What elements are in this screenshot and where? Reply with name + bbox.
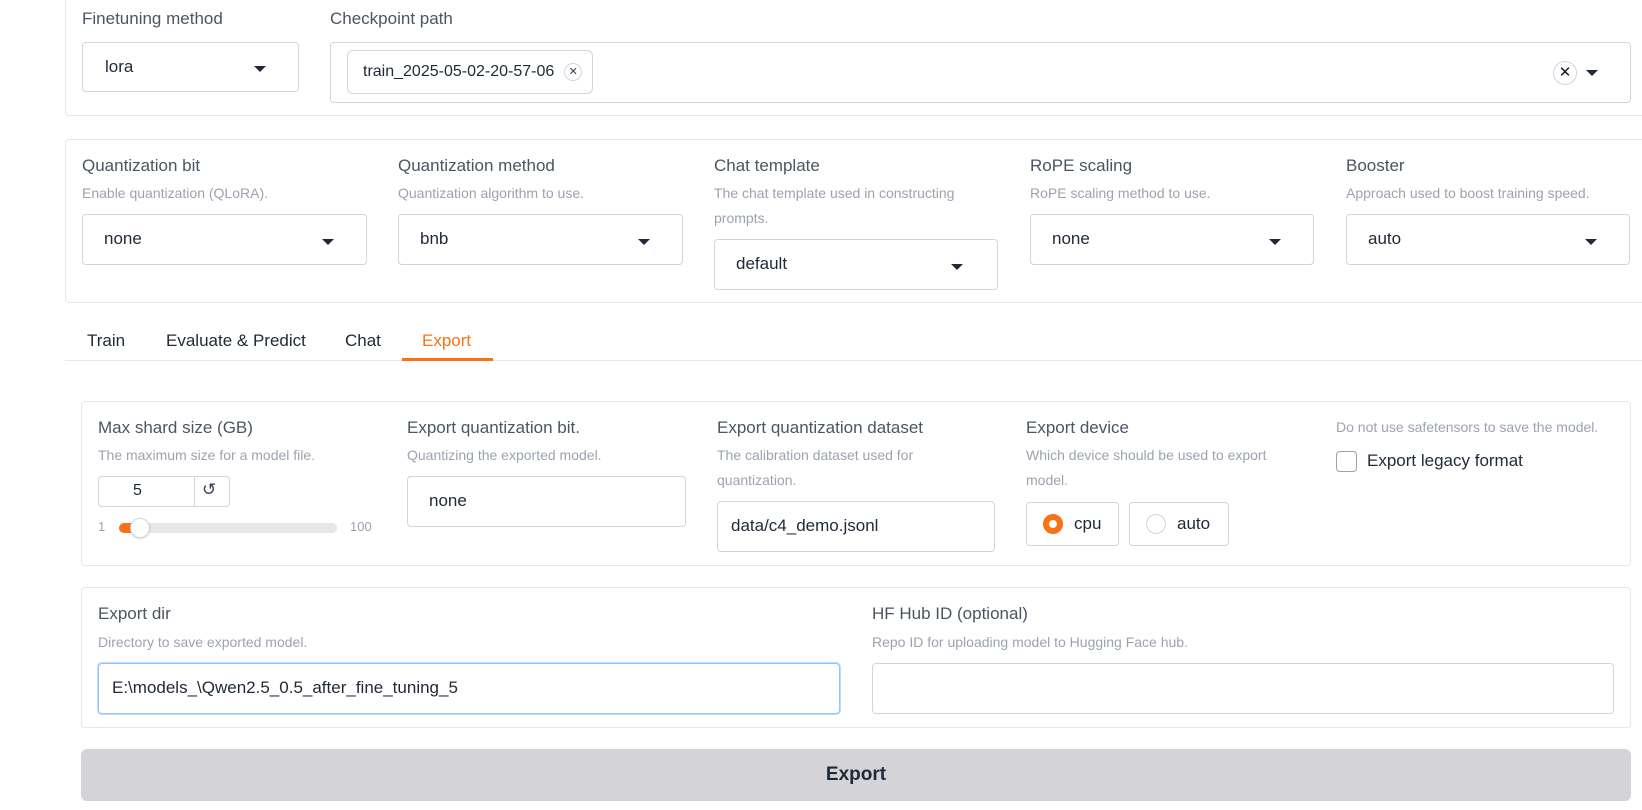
radio-selected [1043, 514, 1063, 534]
radio-unselected [1146, 514, 1166, 534]
export-dir-info: Directory to save exported model. [98, 634, 308, 650]
booster-label: Booster [1346, 156, 1405, 175]
export-dir-value: E:\models_\Qwen2.5_0.5_after_fine_tuning… [112, 678, 458, 697]
device-option-auto[interactable]: auto [1129, 502, 1229, 546]
export-device-info-line1: Which device should be used to export [1026, 447, 1267, 463]
max-shard-slider[interactable] [119, 518, 337, 538]
legacy-format-info: Do not use safetensors to save the model… [1336, 419, 1599, 435]
chevron-down-icon [1585, 239, 1597, 245]
export-dir-label: Export dir [98, 604, 171, 623]
tab-chat[interactable]: Chat [345, 331, 381, 351]
export-quant-dataset-info-line1: The calibration dataset used for [717, 447, 914, 463]
quantization-method-info: Quantization algorithm to use. [398, 185, 584, 201]
slider-min-label: 1 [98, 519, 106, 534]
chat-template-info-line1: The chat template used in constructing [714, 185, 955, 201]
reset-icon[interactable]: ↺ [202, 480, 216, 500]
booster-info: Approach used to boost training speed. [1346, 185, 1590, 201]
export-quant-dataset-input[interactable]: data/c4_demo.jsonl [717, 501, 995, 552]
export-device-label: Export device [1026, 418, 1129, 437]
chevron-down-icon[interactable] [1586, 70, 1598, 76]
finetuning-method-label: Finetuning method [82, 9, 223, 28]
max-shard-info: The maximum size for a model file. [98, 447, 316, 463]
export-quant-bit-value: none [429, 491, 467, 510]
booster-value: auto [1368, 229, 1402, 248]
device-option-cpu-label: cpu [1074, 514, 1102, 533]
close-icon[interactable]: ✕ [1553, 61, 1577, 85]
chevron-down-icon [951, 264, 963, 270]
export-quant-dataset-info-line2: quantization. [717, 472, 797, 488]
chevron-down-icon [322, 239, 334, 245]
export-dir-input[interactable]: E:\models_\Qwen2.5_0.5_after_fine_tuning… [98, 663, 840, 714]
chat-template-dropdown[interactable]: default [714, 239, 998, 290]
max-shard-input[interactable]: 5 ↺ [98, 476, 230, 507]
quantization-method-value: bnb [420, 229, 449, 248]
export-quant-bit-info: Quantizing the exported model. [407, 447, 602, 463]
close-icon[interactable]: ✕ [564, 63, 583, 81]
finetuning-method-value: lora [105, 57, 134, 76]
chat-template-label: Chat template [714, 156, 820, 175]
chevron-down-icon [254, 66, 266, 72]
rope-scaling-label: RoPE scaling [1030, 156, 1133, 175]
max-shard-label: Max shard size (GB) [98, 418, 253, 437]
rope-scaling-info: RoPE scaling method to use. [1030, 185, 1211, 201]
slider-max-label: 100 [350, 519, 372, 534]
export-quant-dataset-value: data/c4_demo.jsonl [731, 516, 879, 535]
slider-handle[interactable] [129, 518, 150, 538]
export-quant-bit-label: Export quantization bit. [407, 418, 580, 437]
quantization-bit-dropdown[interactable]: none [82, 214, 367, 265]
checkpoint-path-label: Checkpoint path [330, 9, 453, 28]
export-device-info: Which device should be used to export mo… [1026, 443, 1266, 493]
chat-template-info-line2: prompts. [714, 210, 769, 226]
quantization-method-label: Quantization method [398, 156, 555, 175]
export-device-info-line2: model. [1026, 472, 1069, 488]
quantization-bit-value: none [104, 229, 142, 248]
hf-hub-id-input[interactable] [872, 663, 1614, 714]
device-option-cpu[interactable]: cpu [1026, 502, 1119, 546]
hf-hub-id-info: Repo ID for uploading model to Hugging F… [872, 634, 1188, 650]
tab-divider [65, 360, 1642, 361]
checkpoint-chip-label: train_2025-05-02-20-57-06 [363, 63, 555, 80]
export-button[interactable]: Export [81, 749, 1631, 801]
export-quant-bit-dropdown[interactable]: none [407, 476, 686, 527]
rope-scaling-value: none [1052, 229, 1090, 248]
quantization-method-dropdown[interactable]: bnb [398, 214, 683, 265]
export-button-label: Export [825, 764, 887, 785]
chat-template-info: The chat template used in constructing p… [714, 181, 954, 231]
tab-export[interactable]: Export [422, 331, 471, 351]
active-tab-underline [402, 358, 493, 361]
tab-train[interactable]: Train [87, 331, 125, 351]
export-quant-dataset-info: The calibration dataset used for quantiz… [717, 443, 913, 493]
legacy-format-label[interactable]: Export legacy format [1367, 451, 1523, 471]
legacy-format-checkbox[interactable] [1336, 451, 1357, 472]
hf-hub-id-label: HF Hub ID (optional) [872, 604, 1028, 623]
chevron-down-icon [1269, 239, 1281, 245]
device-option-auto-label: auto [1177, 514, 1211, 533]
export-quant-dataset-label: Export quantization dataset [717, 418, 924, 437]
tab-evaluate-predict[interactable]: Evaluate & Predict [166, 331, 306, 351]
finetuning-method-dropdown[interactable]: lora [82, 42, 299, 92]
reset-divider [194, 477, 195, 506]
chat-template-value: default [736, 254, 788, 273]
rope-scaling-dropdown[interactable]: none [1030, 214, 1314, 265]
booster-dropdown[interactable]: auto [1346, 214, 1630, 265]
chevron-down-icon [638, 239, 650, 245]
max-shard-value: 5 [133, 482, 142, 499]
quantization-bit-info: Enable quantization (QLoRA). [82, 185, 268, 201]
quantization-bit-label: Quantization bit [82, 156, 201, 175]
checkpoint-chip: train_2025-05-02-20-57-06 ✕ [347, 50, 594, 94]
